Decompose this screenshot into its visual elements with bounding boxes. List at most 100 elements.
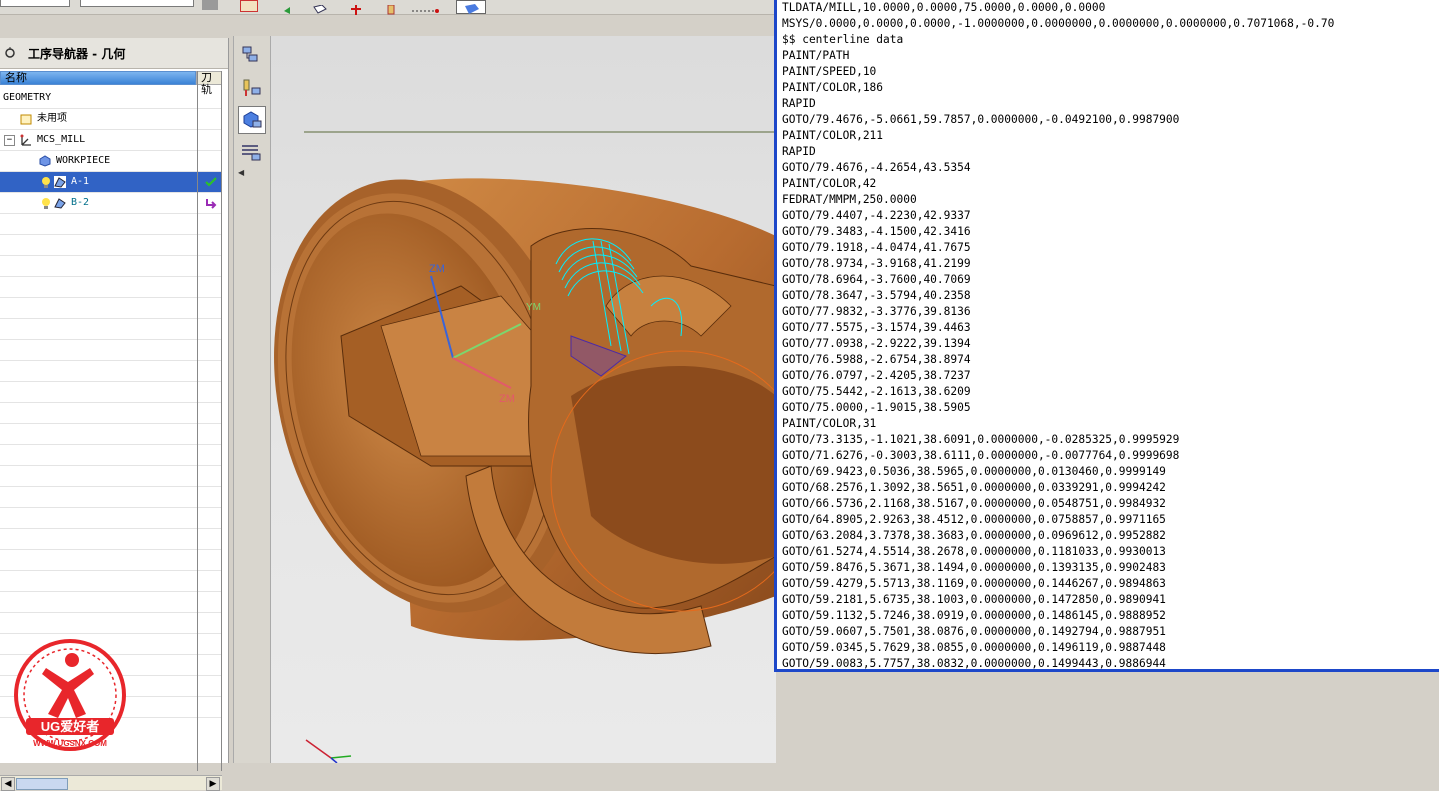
- tree-label: MCS_MILL: [37, 134, 86, 145]
- empty-row: [0, 340, 222, 361]
- empty-row: [0, 235, 222, 256]
- listing-line: GOTO/78.9734,-3.9168,41.2199: [782, 257, 971, 270]
- tree-label: A-1: [71, 172, 90, 192]
- listing-line: MSYS/0.0000,0.0000,0.0000,-1.0000000,0.0…: [782, 17, 1335, 30]
- listing-line: GOTO/59.8476,5.3671,38.1494,0.0000000,0.…: [782, 561, 1166, 574]
- empty-row: [0, 214, 222, 235]
- empty-row: [0, 529, 222, 550]
- listing-line: TLDATA/MILL,10.0000,0.0000,75.0000,0.000…: [782, 1, 1106, 14]
- layer-icon[interactable]: [202, 0, 218, 10]
- listing-line: GOTO/59.0607,5.7501,38.0876,0.0000000,0.…: [782, 625, 1166, 638]
- axis-label-ym: YM: [526, 302, 541, 313]
- view-triad: [305, 739, 352, 763]
- coordinate-system-icon: [19, 134, 31, 146]
- path-dots-icon[interactable]: [410, 0, 440, 13]
- operation-icon: [54, 197, 66, 209]
- listing-line: GOTO/79.3483,-4.1500,42.3416: [782, 225, 971, 238]
- empty-row: [0, 319, 222, 340]
- column-header-name[interactable]: 名称: [0, 71, 196, 85]
- graphics-viewport[interactable]: ZM YM ZM: [271, 36, 776, 763]
- tree-label: WORKPIECE: [56, 155, 111, 166]
- listing-line: GOTO/79.4407,-4.2230,42.9337: [782, 209, 971, 222]
- listing-line: RAPID: [782, 97, 816, 110]
- listing-line: GOTO/61.5274,4.5514,38.2678,0.0000000,0.…: [782, 545, 1166, 558]
- axis-label-zm-bottom: ZM: [499, 393, 515, 405]
- toolbar-dropdown-right[interactable]: [80, 0, 194, 7]
- folder-icon: [20, 113, 32, 125]
- probe-icon[interactable]: [348, 0, 364, 15]
- tree-row-geometry[interactable]: GEOMETRY: [0, 88, 222, 109]
- listing-line: PAINT/COLOR,42: [782, 177, 877, 190]
- method-view-icon[interactable]: [238, 138, 264, 164]
- logo-url: WWW.UGSNX.COM: [33, 739, 107, 748]
- tree-row-b2[interactable]: B-2: [0, 193, 222, 214]
- column-header-row: 名称 刀轨: [0, 71, 222, 96]
- machine-tool-view-icon[interactable]: [238, 44, 264, 70]
- shaded-view-icon[interactable]: [456, 0, 486, 14]
- cube-view-icon[interactable]: [312, 0, 328, 14]
- cls-listing-window[interactable]: TLDATA/MILL,10.0000,0.0000,75.0000,0.000…: [774, 0, 1439, 672]
- listing-line: GOTO/78.3647,-3.5794,40.2358: [782, 289, 971, 302]
- empty-row: [0, 592, 222, 613]
- resource-bar-arrow-icon[interactable]: ◀: [238, 168, 244, 177]
- listing-line: GOTO/73.3135,-1.1021,38.6091,0.0000000,-…: [782, 433, 1180, 446]
- listing-line: $$ centerline data: [782, 33, 904, 46]
- listing-line: GOTO/59.2181,5.6735,38.1003,0.0000000,0.…: [782, 593, 1166, 606]
- column-divider: [221, 71, 222, 771]
- listing-line: GOTO/76.5988,-2.6754,38.8974: [782, 353, 971, 366]
- column-header-toolpath[interactable]: 刀轨: [196, 71, 222, 96]
- empty-row: [0, 403, 222, 424]
- chart-icon[interactable]: [240, 0, 258, 12]
- tree-row-a1[interactable]: A-1: [0, 172, 222, 193]
- listing-line: GOTO/77.9832,-3.3776,39.8136: [782, 305, 971, 318]
- workpiece-cube-icon: [39, 155, 51, 167]
- listing-line: FEDRAT/MMPM,250.0000: [782, 193, 917, 206]
- empty-row: [0, 445, 222, 466]
- empty-row: [0, 613, 222, 634]
- empty-row: [0, 256, 222, 277]
- listing-line: GOTO/63.2084,3.7378,38.3683,0.0000000,0.…: [782, 529, 1166, 542]
- empty-row: [0, 424, 222, 445]
- scrollbar-thumb[interactable]: [16, 778, 68, 790]
- axis-label-zm: ZM: [429, 263, 445, 275]
- listing-line: GOTO/77.5575,-3.1574,39.4463: [782, 321, 971, 334]
- tree-row-workpiece[interactable]: WORKPIECE: [0, 151, 222, 172]
- scroll-right-icon[interactable]: ▶: [206, 777, 220, 791]
- lightbulb-icon: [40, 176, 52, 188]
- navigator-tree: GEOMETRY 未用项 − MCS_MILL WORKPIECE A-1 B-…: [0, 88, 222, 718]
- empty-row: [0, 382, 222, 403]
- listing-line: GOTO/59.0083,5.7757,38.0832,0.0000000,0.…: [782, 657, 1166, 670]
- empty-row: [0, 277, 222, 298]
- listing-line: GOTO/78.6964,-3.7600,40.7069: [782, 273, 971, 286]
- listing-line: GOTO/76.0797,-2.4205,38.7237: [782, 369, 971, 382]
- tree-row-mcs-mill[interactable]: − MCS_MILL: [0, 130, 222, 151]
- empty-row: [0, 361, 222, 382]
- lightbulb-icon: [40, 197, 52, 209]
- empty-row: [0, 487, 222, 508]
- listing-line: PAINT/PATH: [782, 49, 850, 62]
- listing-line: GOTO/69.9423,0.5036,38.5965,0.0000000,0.…: [782, 465, 1166, 478]
- tree-row-unused[interactable]: 未用项: [0, 109, 222, 130]
- collapse-toggle-icon[interactable]: −: [4, 135, 15, 146]
- pin-icon[interactable]: [4, 47, 16, 59]
- listing-line: GOTO/64.8905,2.9263,38.4512,0.0000000,0.…: [782, 513, 1166, 526]
- listing-line: GOTO/59.4279,5.5713,38.1169,0.0000000,0.…: [782, 577, 1166, 590]
- program-order-view-icon[interactable]: [238, 76, 264, 102]
- navigator-title-bar: 工序导航器 - 几何: [0, 38, 228, 69]
- tool-icon[interactable]: [384, 0, 400, 15]
- scroll-left-icon[interactable]: ◀: [1, 777, 15, 791]
- horizontal-scrollbar[interactable]: ◀ ▶: [0, 775, 222, 791]
- listing-line: PAINT/SPEED,10: [782, 65, 877, 78]
- listing-line: RAPID: [782, 145, 816, 158]
- tree-label: B-2: [71, 197, 90, 208]
- listing-line: GOTO/79.1918,-4.0474,41.7675: [782, 241, 971, 254]
- geometry-view-icon[interactable]: [238, 106, 266, 134]
- toolbar-dropdown-left[interactable]: [0, 0, 70, 7]
- empty-row: [0, 298, 222, 319]
- listing-line: GOTO/71.6276,-0.3003,38.6111,0.0000000,-…: [782, 449, 1180, 462]
- top-toolbar: [0, 0, 780, 15]
- tree-label: GEOMETRY: [3, 92, 52, 103]
- undo-arrow-icon[interactable]: [282, 0, 298, 14]
- ug-watermark-logo: UG爱好者 WWW.UGSNX.COM: [12, 638, 128, 756]
- listing-line: GOTO/75.5442,-2.1613,38.6209: [782, 385, 971, 398]
